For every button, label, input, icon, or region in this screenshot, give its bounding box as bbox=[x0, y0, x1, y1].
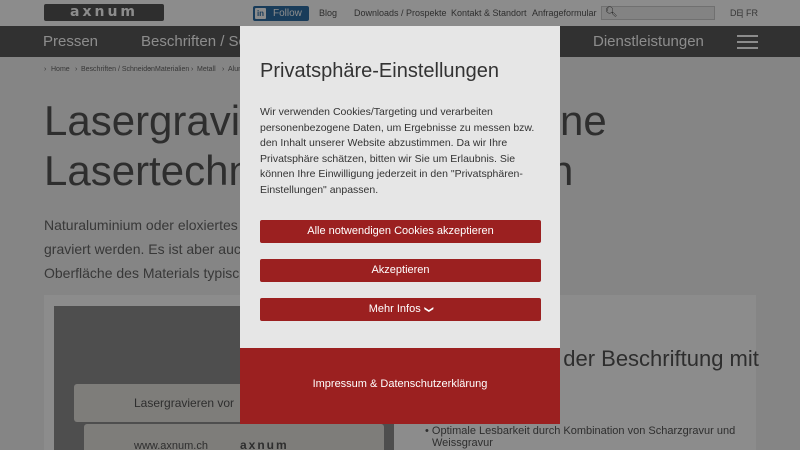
modal-body-text: Wir verwenden Cookies/Targeting und vera… bbox=[260, 106, 535, 196]
accept-necessary-label: Alle notwendigen Cookies akzeptieren bbox=[307, 225, 494, 237]
accept-label: Akzeptieren bbox=[371, 264, 430, 276]
imprint-privacy-link[interactable]: Impressum & Datenschutzerklärung bbox=[240, 378, 560, 390]
modal-title: Privatsphäre-Einstellungen bbox=[260, 60, 500, 82]
accept-button[interactable]: Akzeptieren bbox=[260, 259, 541, 282]
chevron-down-icon: ❯ bbox=[423, 305, 434, 314]
more-info-button[interactable]: Mehr Infos ❯ bbox=[260, 298, 541, 321]
accept-necessary-button[interactable]: Alle notwendigen Cookies akzeptieren bbox=[260, 220, 541, 243]
more-info-label: Mehr Infos bbox=[368, 303, 421, 315]
modal-footer: Impressum & Datenschutzerklärung bbox=[240, 348, 560, 424]
privacy-modal: Privatsphäre-Einstellungen Wir verwenden… bbox=[240, 26, 560, 424]
